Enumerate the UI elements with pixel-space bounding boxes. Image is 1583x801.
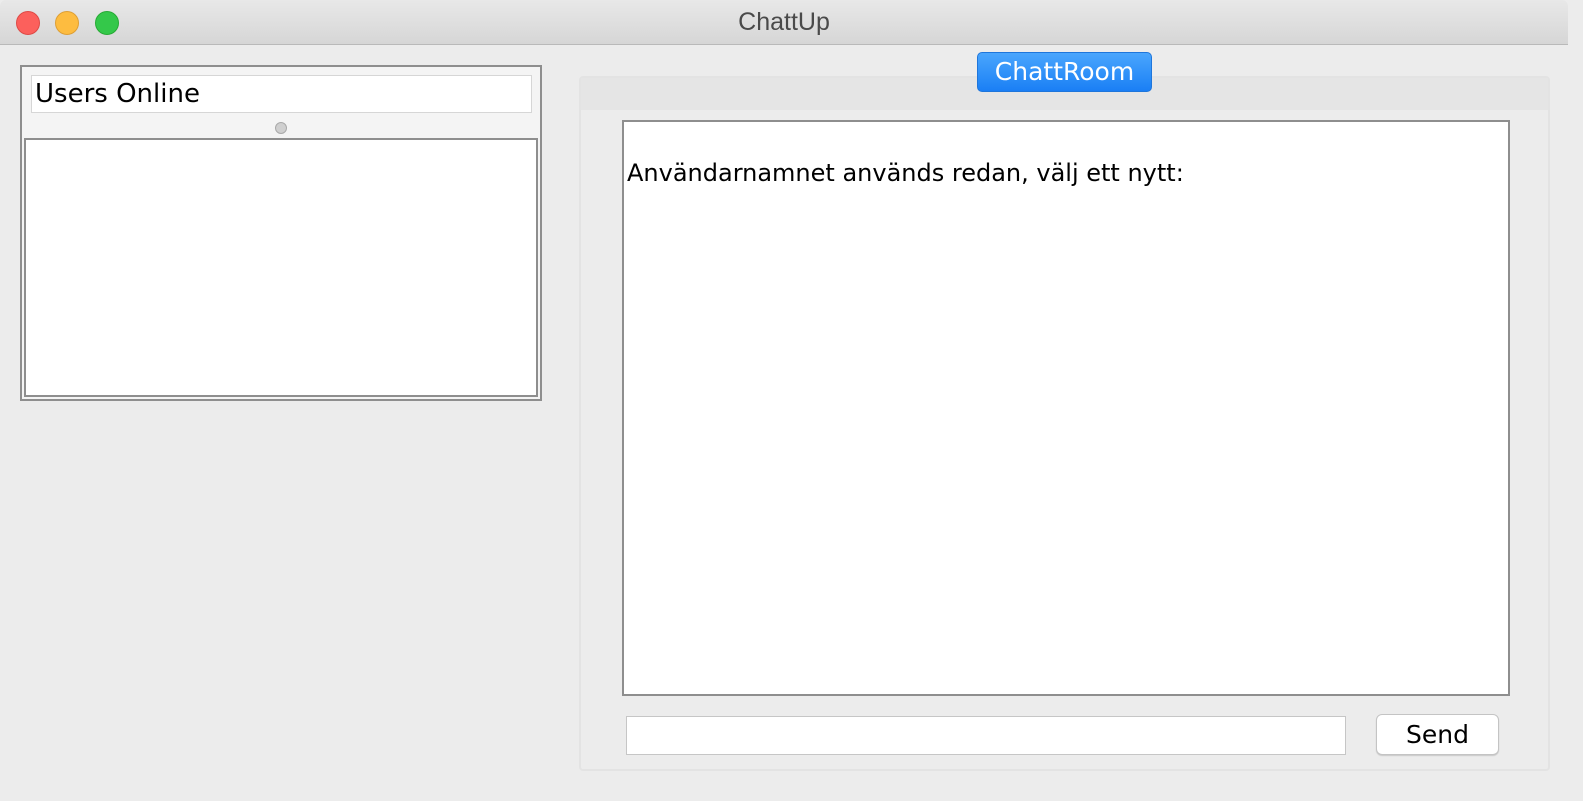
- chat-message: Användarnamnet används redan, välj ett n…: [627, 159, 1184, 187]
- chattup-window: ChattUp Users Online ChattRoom Användarn…: [0, 0, 1568, 793]
- window-title: ChattUp: [738, 8, 830, 36]
- message-input[interactable]: [626, 716, 1346, 755]
- split-divider-handle[interactable]: [275, 122, 287, 134]
- users-online-list[interactable]: [24, 138, 538, 397]
- title-bar[interactable]: ChattUp: [0, 0, 1568, 45]
- users-panel: Users Online: [20, 65, 542, 401]
- chat-message-area[interactable]: Användarnamnet används redan, välj ett n…: [622, 120, 1510, 696]
- tab-chattroom[interactable]: ChattRoom: [977, 52, 1152, 92]
- send-button[interactable]: Send: [1376, 714, 1499, 755]
- users-online-header: Users Online: [31, 75, 532, 113]
